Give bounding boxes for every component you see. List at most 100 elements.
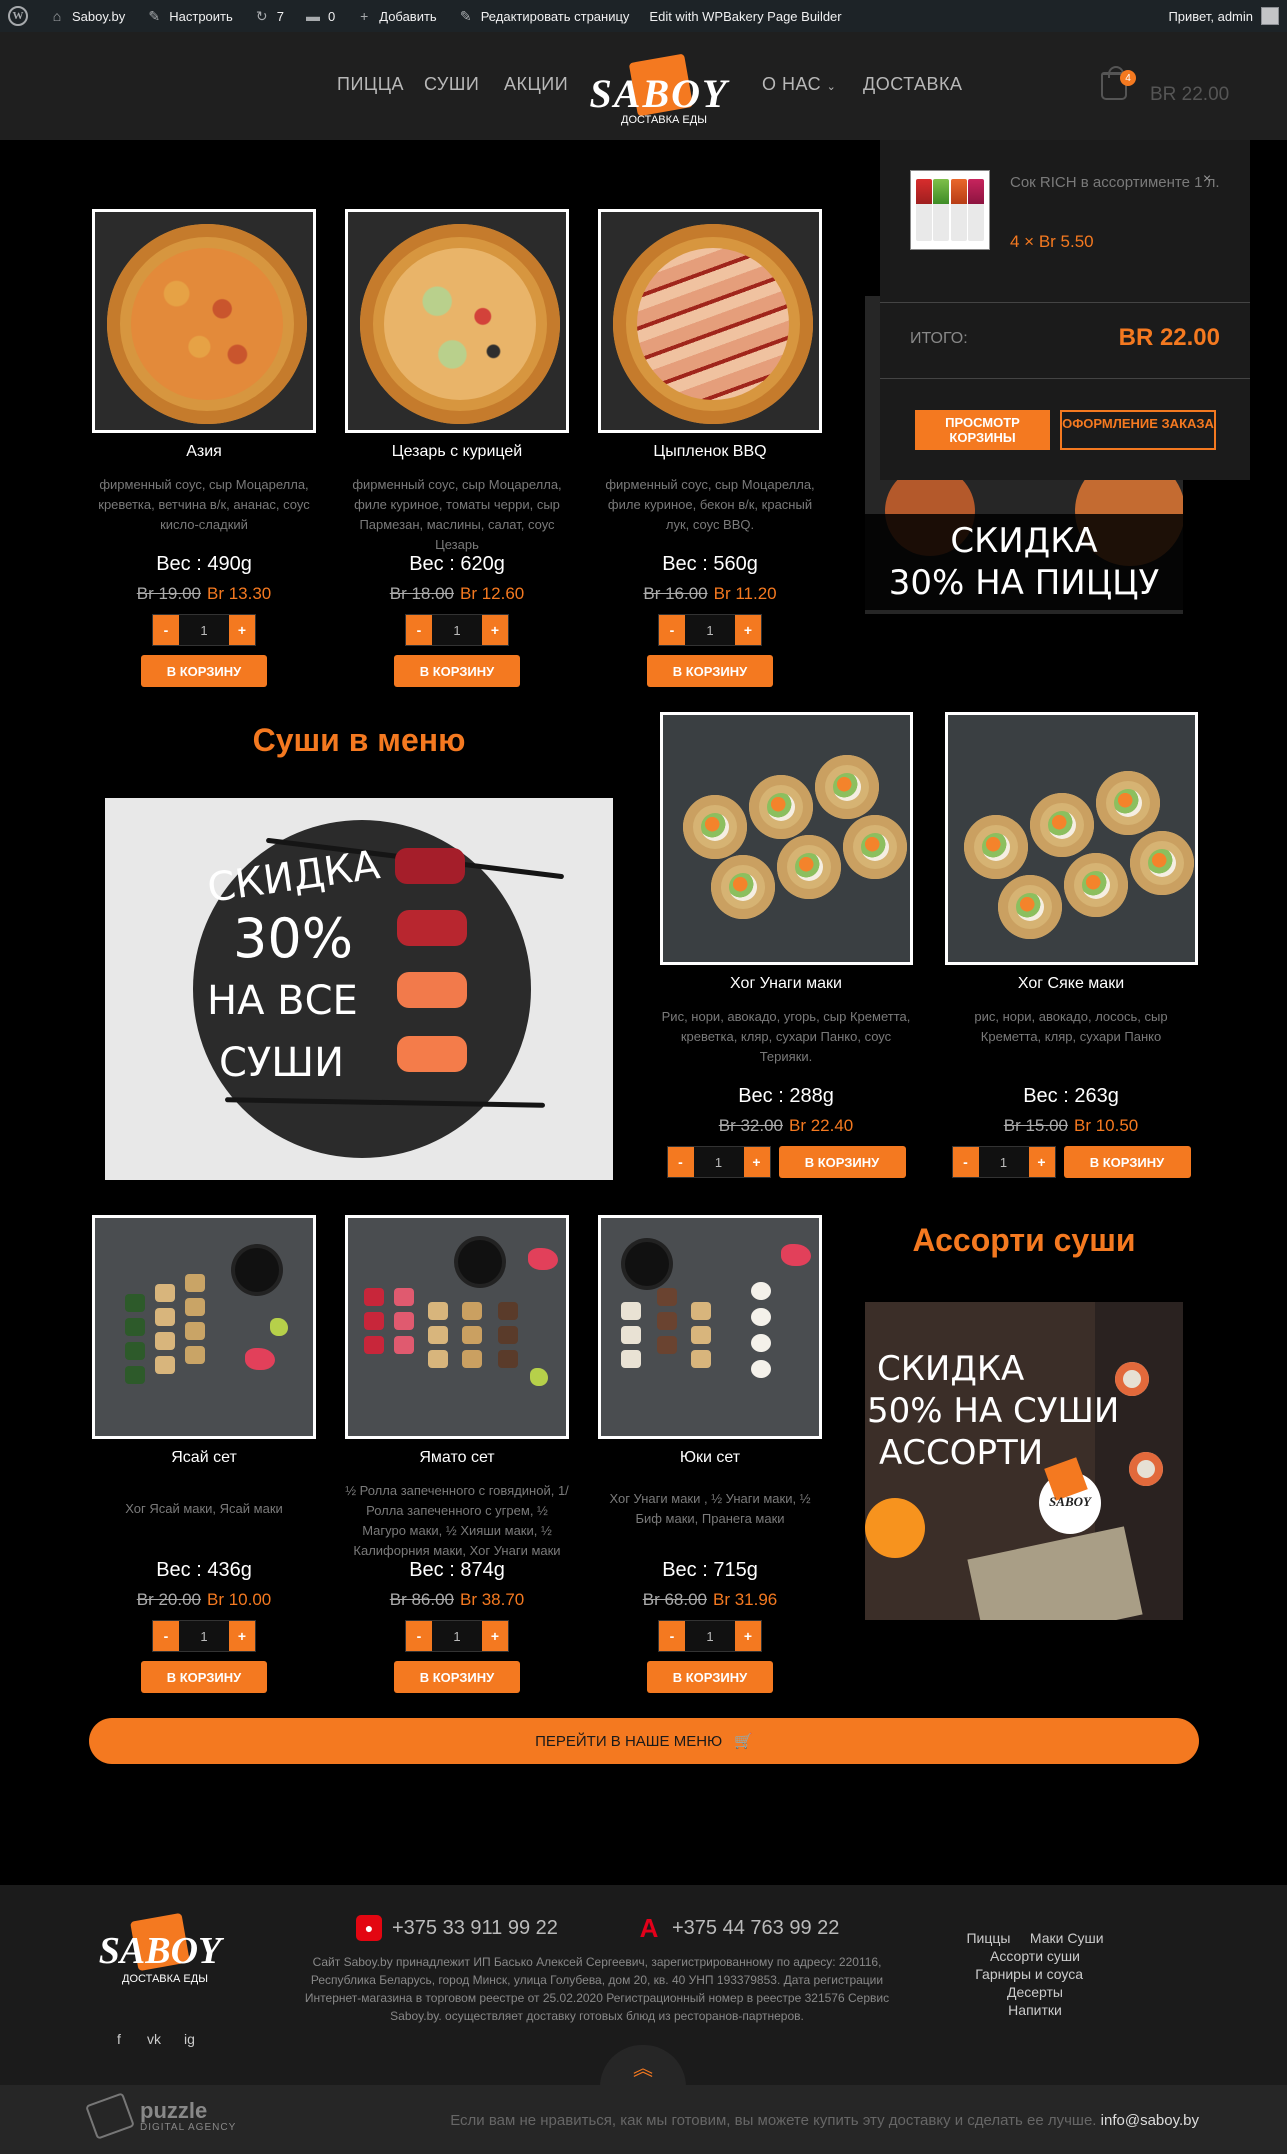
site-logo[interactable]: SABOY ДОСТАВКА ЕДЫ xyxy=(585,53,733,128)
phone-mts[interactable]: ● +375 33 911 99 22 xyxy=(356,1915,558,1941)
quantity-stepper: -1 + xyxy=(152,1620,256,1652)
add-to-cart-button[interactable]: В КОРЗИНУ xyxy=(647,655,773,687)
vk-icon[interactable]: vk xyxy=(147,2031,161,2047)
add-to-cart-button[interactable]: В КОРЗИНУ xyxy=(647,1661,773,1693)
quantity-input[interactable]: 1 xyxy=(693,1147,744,1177)
add-to-cart-button[interactable]: В КОРЗИНУ xyxy=(141,1661,267,1693)
increase-button[interactable]: + xyxy=(229,615,255,645)
increase-button[interactable]: + xyxy=(735,1621,761,1651)
quantity-input[interactable]: 1 xyxy=(179,615,229,645)
cart-item-name[interactable]: Сок RICH в ассортименте 1 л. xyxy=(1010,172,1220,194)
product-name[interactable]: Ямато сет xyxy=(342,1449,572,1467)
footer-logo[interactable]: SABOY ДОСТАВКА ЕДЫ xyxy=(86,1912,234,1985)
wpbakery-link[interactable]: Edit with WPBakery Page Builder xyxy=(649,9,841,24)
footer-link[interactable]: Маки Суши xyxy=(1030,1930,1104,1946)
chevron-down-icon: ⌄ xyxy=(826,81,837,93)
product-image[interactable] xyxy=(944,712,1198,965)
product-image[interactable] xyxy=(345,1215,569,1439)
footer-link[interactable]: Напитки xyxy=(1008,2002,1062,2018)
quantity-input[interactable]: 1 xyxy=(432,615,482,645)
nav-delivery[interactable]: ДОСТАВКА xyxy=(863,74,963,95)
product-card: Цезарь с курицей фирменный соус, сыр Моц… xyxy=(342,209,572,687)
decrease-button[interactable]: - xyxy=(406,615,432,645)
admin-bar: W ⌂ Saboy.by ✎ Настроить ↻ 7 ▬ 0 + Добавить ✎… xyxy=(0,0,1287,32)
instagram-icon[interactable]: ig xyxy=(184,2031,195,2047)
increase-button[interactable]: + xyxy=(743,1147,770,1177)
agency-logo[interactable]: puzzle DIGITAL AGENCY xyxy=(85,2092,236,2140)
product-name[interactable]: Азия xyxy=(89,443,319,461)
quantity-input[interactable]: 1 xyxy=(685,615,735,645)
product-name[interactable]: Хог Унаги маки xyxy=(656,975,916,993)
increase-button[interactable]: + xyxy=(735,615,761,645)
remove-item-icon[interactable]: × xyxy=(1203,170,1211,186)
quantity-input[interactable]: 1 xyxy=(179,1621,229,1651)
decrease-button[interactable]: - xyxy=(659,1621,685,1651)
account-menu[interactable]: Привет, admin xyxy=(1168,7,1279,25)
add-to-cart-button[interactable]: В КОРЗИНУ xyxy=(394,1661,520,1693)
add-to-cart-button[interactable]: В КОРЗИНУ xyxy=(141,655,267,687)
footer-link[interactable]: Пиццы xyxy=(966,1930,1010,1946)
product-price: Br 68.00 Br 31.96 xyxy=(642,1590,778,1609)
product-description: Хог Унаги маки , ½ Унаги маки, ½ Биф мак… xyxy=(609,1491,811,1526)
quantity-stepper: -1 + xyxy=(666,1146,771,1178)
decrease-button[interactable]: - xyxy=(952,1147,979,1177)
product-image[interactable] xyxy=(598,1215,822,1439)
decrease-button[interactable]: - xyxy=(667,1147,694,1177)
comments-link[interactable]: ▬ 0 xyxy=(304,7,335,25)
checkout-button[interactable]: ОФОРМЛЕНИЕ ЗАКАЗА xyxy=(1060,410,1216,450)
nav-about[interactable]: О НАС ⌄ xyxy=(762,74,836,95)
quantity-input[interactable]: 1 xyxy=(432,1621,482,1651)
increase-button[interactable]: + xyxy=(1028,1147,1055,1177)
footer-link[interactable]: Десерты xyxy=(1007,1984,1063,2000)
avatar xyxy=(1261,7,1279,25)
quantity-input[interactable]: 1 xyxy=(685,1621,735,1651)
nav-sushi[interactable]: СУШИ xyxy=(424,74,479,95)
product-name[interactable]: Цезарь с курицей xyxy=(342,443,572,461)
footer-link[interactable]: Гарниры и соуса xyxy=(975,1966,1083,1982)
increase-button[interactable]: + xyxy=(229,1621,255,1651)
sushi-promo-banner[interactable]: СКИДКА 30% НА ВСЕ СУШИ xyxy=(105,798,613,1180)
decrease-button[interactable]: - xyxy=(406,1621,432,1651)
view-cart-button[interactable]: ПРОСМОТР КОРЗИНЫ xyxy=(915,410,1050,450)
site-name-link[interactable]: ⌂ Saboy.by xyxy=(48,7,125,25)
add-new-link[interactable]: + Добавить xyxy=(355,7,437,25)
decrease-button[interactable]: - xyxy=(659,615,685,645)
quantity-input[interactable]: 1 xyxy=(978,1147,1029,1177)
edit-page-link[interactable]: ✎ Редактировать страницу xyxy=(457,7,630,25)
add-to-cart-button[interactable]: В КОРЗИНУ xyxy=(1063,1146,1191,1178)
product-name[interactable]: Юки сет xyxy=(595,1449,825,1467)
assorti-promo-banner[interactable]: SABOY СКИДКА 50% НА СУШИ АССОРТИ xyxy=(865,1302,1183,1620)
product-weight: Вес : 874g xyxy=(409,1559,505,1581)
increase-button[interactable]: + xyxy=(482,615,508,645)
product-image[interactable] xyxy=(659,712,913,965)
cart-total[interactable]: BR 22.00 xyxy=(1150,84,1229,106)
cart-icon: 🛒 xyxy=(734,1733,753,1750)
add-to-cart-button[interactable]: В КОРЗИНУ xyxy=(394,655,520,687)
updates-link[interactable]: ↻ 7 xyxy=(253,7,284,25)
customize-link[interactable]: ✎ Настроить xyxy=(145,7,232,25)
bottom-slogan: Если вам не нравиться, как мы готовим, в… xyxy=(450,2112,1199,2129)
increase-button[interactable]: + xyxy=(482,1621,508,1651)
product-description: фирменный соус, сыр Моцарелла, филе кури… xyxy=(605,477,815,532)
product-image[interactable] xyxy=(345,209,569,433)
nav-promo[interactable]: АКЦИИ xyxy=(504,74,568,95)
product-image[interactable] xyxy=(92,209,316,433)
wp-logo-menu[interactable]: W xyxy=(8,6,28,26)
cart-count-badge: 4 xyxy=(1120,70,1136,86)
facebook-icon[interactable]: f xyxy=(117,2031,121,2047)
decrease-button[interactable]: - xyxy=(153,615,179,645)
product-name[interactable]: Цыпленок BBQ xyxy=(595,443,825,461)
footer-link[interactable]: Ассорти суши xyxy=(990,1948,1080,1964)
nav-pizza[interactable]: ПИЦЦА xyxy=(337,74,404,95)
contact-email[interactable]: info@saboy.by xyxy=(1101,2112,1199,2129)
product-image[interactable] xyxy=(598,209,822,433)
cart-item-thumbnail[interactable] xyxy=(910,170,990,250)
product-price: Br 32.00 Br 22.40 xyxy=(718,1116,854,1135)
go-to-menu-button[interactable]: ПЕРЕЙТИ В НАШЕ МЕНЮ 🛒 xyxy=(89,1718,1199,1764)
add-to-cart-button[interactable]: В КОРЗИНУ xyxy=(778,1146,906,1178)
product-image[interactable] xyxy=(92,1215,316,1439)
product-name[interactable]: Хог Сяке маки xyxy=(941,975,1201,993)
decrease-button[interactable]: - xyxy=(153,1621,179,1651)
phone-a1[interactable]: A +375 44 763 99 22 xyxy=(636,1913,840,1943)
product-name[interactable]: Ясай сет xyxy=(89,1449,319,1467)
